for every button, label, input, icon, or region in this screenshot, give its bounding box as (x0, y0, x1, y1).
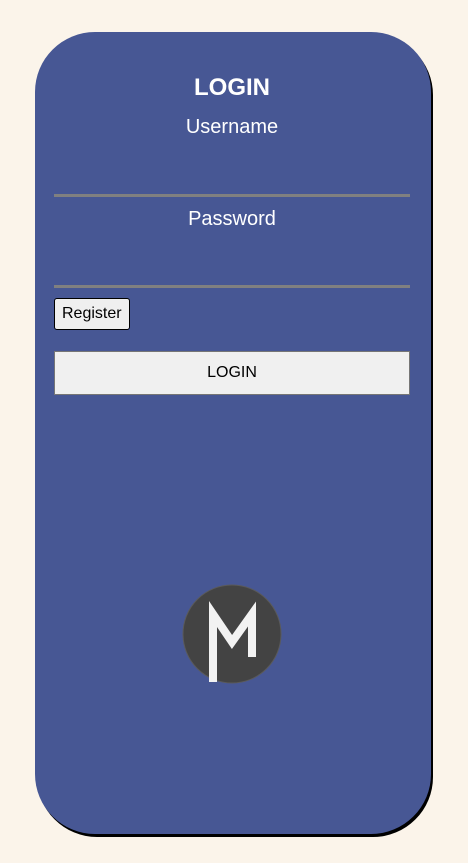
register-button[interactable]: Register (54, 298, 130, 330)
username-input[interactable] (54, 157, 410, 197)
username-label: Username (185, 116, 279, 138)
password-label: Password (188, 208, 276, 230)
m-logo-icon (182, 584, 282, 684)
login-card: LOGIN Username Password Register LOGIN (35, 32, 431, 834)
login-button[interactable]: LOGIN (54, 351, 410, 395)
login-title: LOGIN (194, 74, 270, 101)
password-input[interactable] (54, 248, 410, 288)
